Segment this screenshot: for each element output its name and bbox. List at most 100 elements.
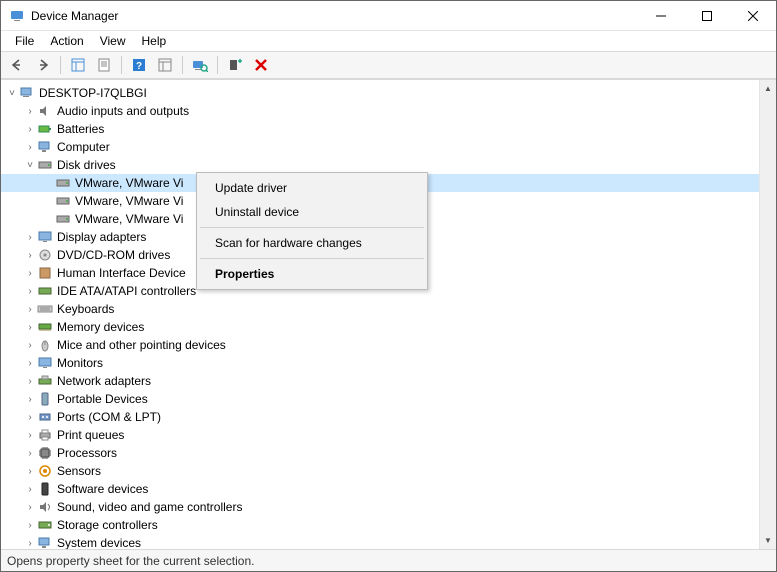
category-node[interactable]: › Print queues: [1, 426, 759, 444]
tree-node-label: Print queues: [57, 428, 124, 442]
expander-icon[interactable]: ›: [23, 106, 37, 117]
action-toolbar-button[interactable]: [153, 54, 177, 76]
expander-icon[interactable]: ˅: [5, 88, 19, 99]
category-node[interactable]: ›Network adapters: [1, 372, 759, 390]
scroll-down-arrow-icon[interactable]: ▼: [760, 532, 776, 549]
menu-view[interactable]: View: [92, 32, 134, 50]
expander-icon[interactable]: ›: [23, 322, 37, 333]
expander-icon[interactable]: ›: [23, 232, 37, 243]
expander-icon[interactable]: ›: [23, 304, 37, 315]
root-node[interactable]: ˅ DESKTOP-I7QLBGI: [1, 84, 759, 102]
expander-icon[interactable]: ›: [23, 502, 37, 513]
tree-node-label: DESKTOP-I7QLBGI: [39, 86, 147, 100]
category-node[interactable]: › Storage controllers: [1, 516, 759, 534]
vertical-scrollbar[interactable]: ▲ ▼: [759, 80, 776, 549]
category-node[interactable]: › Computer: [1, 138, 759, 156]
back-button[interactable]: [5, 54, 29, 76]
tree-node-label: Disk drives: [57, 158, 116, 172]
minimize-button[interactable]: [638, 1, 684, 31]
disk-icon: [55, 175, 71, 191]
expander-icon[interactable]: ›: [23, 142, 37, 153]
menu-help[interactable]: Help: [134, 32, 175, 50]
tree-node-label: Keyboards: [57, 302, 114, 316]
device-tree[interactable]: ˅DESKTOP-I7QLBGI›Audio inputs and output…: [1, 80, 759, 549]
title-bar: Device Manager: [1, 1, 776, 31]
hid-icon: [37, 265, 53, 281]
category-node[interactable]: ›System devices: [1, 534, 759, 549]
sensor-icon: [37, 463, 53, 479]
monitor-icon: [37, 355, 53, 371]
expander-icon[interactable]: ›: [23, 466, 37, 477]
help-toolbar-button[interactable]: ?: [127, 54, 151, 76]
menu-bar: File Action View Help: [1, 31, 776, 51]
toolbar-separator: [121, 56, 122, 74]
properties-toolbar-button[interactable]: [92, 54, 116, 76]
root-icon: [19, 85, 35, 101]
category-node[interactable]: ›Software devices: [1, 480, 759, 498]
expander-icon[interactable]: ˅: [23, 160, 37, 171]
category-node[interactable]: ›Memory devices: [1, 318, 759, 336]
expander-icon[interactable]: ›: [23, 448, 37, 459]
content-area: ˅DESKTOP-I7QLBGI›Audio inputs and output…: [1, 79, 776, 549]
category-node[interactable]: › Keyboards: [1, 300, 759, 318]
expander-icon[interactable]: ›: [23, 268, 37, 279]
scroll-up-arrow-icon[interactable]: ▲: [760, 80, 776, 97]
tree-node-label: Human Interface Device: [57, 266, 186, 280]
context-separator: [200, 227, 424, 228]
category-node[interactable]: › Audio inputs and outputs: [1, 102, 759, 120]
close-button[interactable]: [730, 1, 776, 31]
category-node[interactable]: ›Batteries: [1, 120, 759, 138]
disk-icon: [55, 193, 71, 209]
scan-hardware-toolbar-button[interactable]: [188, 54, 212, 76]
expander-icon[interactable]: ›: [23, 358, 37, 369]
category-node[interactable]: ›Mice and other pointing devices: [1, 336, 759, 354]
expander-icon[interactable]: ›: [23, 286, 37, 297]
expander-icon[interactable]: ›: [23, 250, 37, 261]
expander-icon[interactable]: ›: [23, 538, 37, 549]
category-node[interactable]: ›Processors: [1, 444, 759, 462]
add-hardware-toolbar-button[interactable]: [223, 54, 247, 76]
context-menu: Update driver Uninstall device Scan for …: [196, 172, 428, 290]
toolbar-separator: [60, 56, 61, 74]
context-scan-hardware[interactable]: Scan for hardware changes: [199, 231, 425, 255]
tree-node-label: Storage controllers: [57, 518, 158, 532]
expander-icon[interactable]: ›: [23, 412, 37, 423]
app-icon: [9, 8, 25, 24]
tree-node-label: Audio inputs and outputs: [57, 104, 189, 118]
category-node[interactable]: › Ports (COM & LPT): [1, 408, 759, 426]
disk-icon: [37, 157, 53, 173]
tree-node-label: Sound, video and game controllers: [57, 500, 242, 514]
context-uninstall-device[interactable]: Uninstall device: [199, 200, 425, 224]
ports-icon: [37, 409, 53, 425]
show-hide-console-button[interactable]: [66, 54, 90, 76]
memory-icon: [37, 319, 53, 335]
expander-icon[interactable]: ›: [23, 394, 37, 405]
expander-icon[interactable]: ›: [23, 124, 37, 135]
software-icon: [37, 481, 53, 497]
tree-node-label: Display adapters: [57, 230, 146, 244]
menu-file[interactable]: File: [7, 32, 42, 50]
maximize-button[interactable]: [684, 1, 730, 31]
expander-icon[interactable]: ›: [23, 430, 37, 441]
tree-node-label: Ports (COM & LPT): [57, 410, 161, 424]
tree-node-label: VMware, VMware Vi: [75, 194, 183, 208]
category-node[interactable]: ›Sensors: [1, 462, 759, 480]
uninstall-toolbar-button[interactable]: [249, 54, 273, 76]
computer-icon: [37, 139, 53, 155]
category-node[interactable]: ›Portable Devices: [1, 390, 759, 408]
expander-icon[interactable]: ›: [23, 376, 37, 387]
context-update-driver[interactable]: Update driver: [199, 176, 425, 200]
expander-icon[interactable]: ›: [23, 520, 37, 531]
menu-action[interactable]: Action: [42, 32, 91, 50]
tree-node-label: Computer: [57, 140, 110, 154]
context-properties[interactable]: Properties: [199, 262, 425, 286]
expander-icon[interactable]: ›: [23, 484, 37, 495]
keyboard-icon: [37, 301, 53, 317]
category-node[interactable]: › Sound, video and game controllers: [1, 498, 759, 516]
category-node[interactable]: ›Monitors: [1, 354, 759, 372]
expander-icon[interactable]: ›: [23, 340, 37, 351]
forward-button[interactable]: [31, 54, 55, 76]
toolbar: ?: [1, 51, 776, 79]
portable-icon: [37, 391, 53, 407]
system-icon: [37, 535, 53, 549]
